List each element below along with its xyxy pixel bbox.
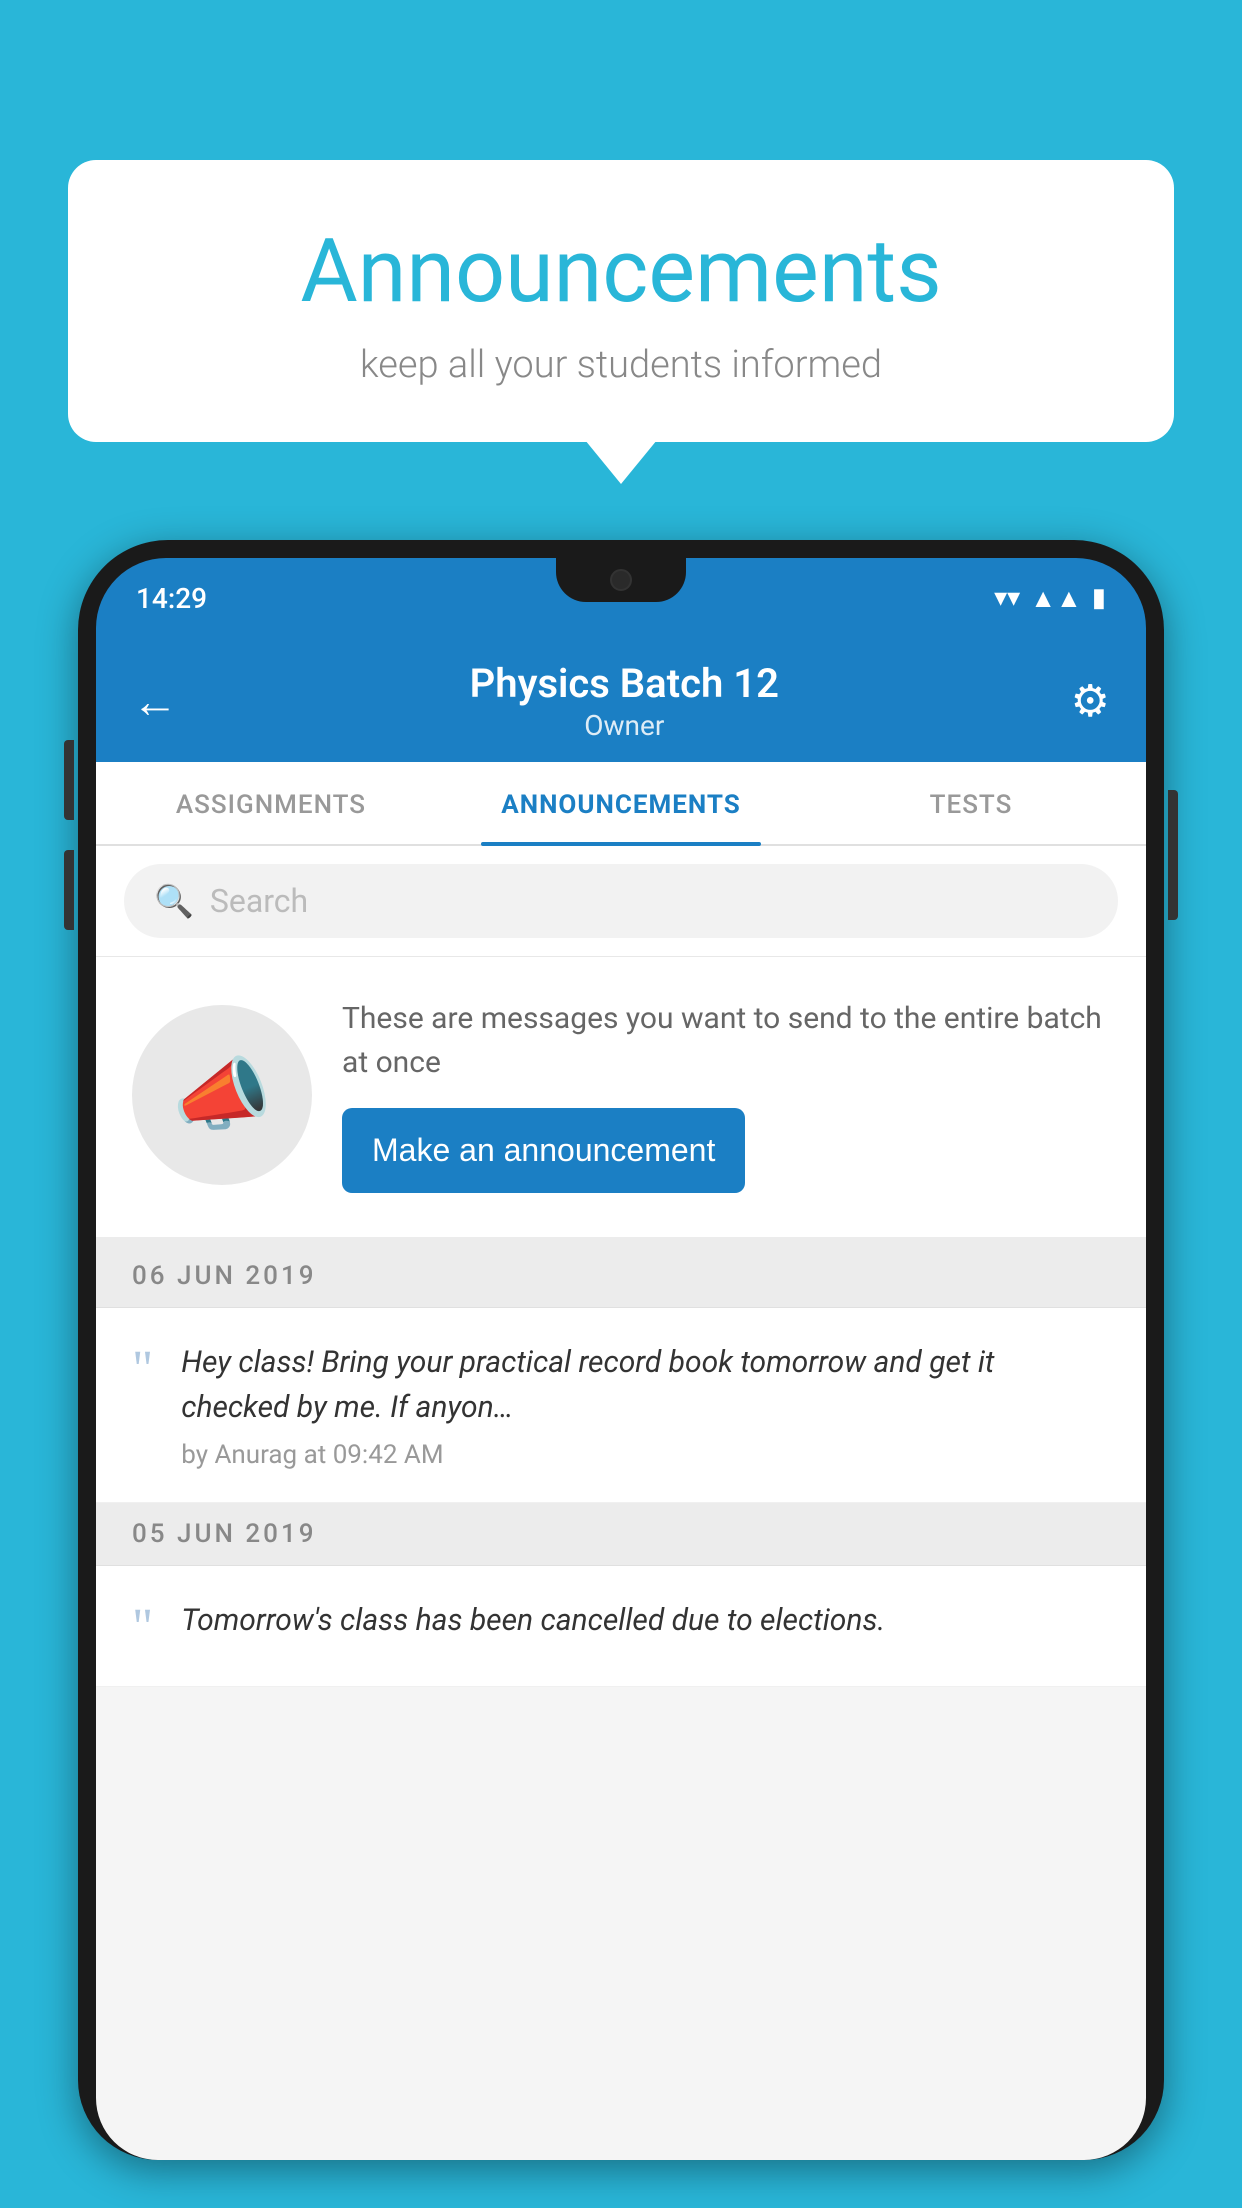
back-button[interactable]: ← bbox=[132, 674, 178, 729]
status-icons: ▾▾ ▲▲ ▮ bbox=[994, 583, 1106, 614]
wifi-icon: ▾▾ bbox=[994, 583, 1020, 613]
tab-announcements[interactable]: ANNOUNCEMENTS bbox=[446, 762, 796, 844]
bubble-subtitle: keep all your students informed bbox=[128, 343, 1114, 387]
tab-tests[interactable]: TESTS bbox=[796, 762, 1146, 844]
date-separator-1: 06 JUN 2019 bbox=[96, 1245, 1146, 1308]
app-header: ← Physics Batch 12 Owner ⚙ bbox=[96, 638, 1146, 762]
search-bar[interactable]: 🔍 Search bbox=[124, 864, 1118, 938]
announcement-text-2: Tomorrow's class has been cancelled due … bbox=[181, 1598, 1110, 1643]
status-time: 14:29 bbox=[136, 582, 207, 615]
announcement-item-1[interactable]: " Hey class! Bring your practical record… bbox=[96, 1308, 1146, 1503]
announcement-meta-1: by Anurag at 09:42 AM bbox=[181, 1440, 1110, 1470]
announcement-content-2: Tomorrow's class has been cancelled due … bbox=[181, 1598, 1110, 1653]
promo-description: These are messages you want to send to t… bbox=[342, 997, 1110, 1084]
quote-icon-1: " bbox=[132, 1344, 153, 1396]
bubble-title: Announcements bbox=[128, 220, 1114, 323]
phone-wrapper: 14:29 ▾▾ ▲▲ ▮ ← Physics Batch 12 Owner ⚙ bbox=[78, 540, 1164, 2208]
header-subtitle: Owner bbox=[178, 709, 1071, 742]
status-bar: 14:29 ▾▾ ▲▲ ▮ bbox=[96, 558, 1146, 638]
promo-right: These are messages you want to send to t… bbox=[342, 997, 1110, 1193]
power-button bbox=[1168, 790, 1178, 920]
promo-icon-circle: 📣 bbox=[132, 1005, 312, 1185]
announcement-content-1: Hey class! Bring your practical record b… bbox=[181, 1340, 1110, 1470]
promo-card: 📣 These are messages you want to send to… bbox=[96, 957, 1146, 1245]
search-placeholder: Search bbox=[210, 882, 308, 920]
phone-outer: 14:29 ▾▾ ▲▲ ▮ ← Physics Batch 12 Owner ⚙ bbox=[78, 540, 1164, 2160]
header-center: Physics Batch 12 Owner bbox=[178, 660, 1071, 742]
date-label-1: 06 JUN 2019 bbox=[132, 1261, 317, 1291]
quote-icon-2: " bbox=[132, 1602, 153, 1654]
announcement-text-1: Hey class! Bring your practical record b… bbox=[181, 1340, 1110, 1430]
search-icon: 🔍 bbox=[154, 882, 194, 920]
settings-icon[interactable]: ⚙ bbox=[1071, 675, 1110, 727]
announcement-item-2[interactable]: " Tomorrow's class has been cancelled du… bbox=[96, 1566, 1146, 1687]
phone-screen: ← Physics Batch 12 Owner ⚙ ASSIGNMENTS A… bbox=[96, 638, 1146, 2160]
search-container: 🔍 Search bbox=[96, 846, 1146, 957]
speech-bubble-section: Announcements keep all your students inf… bbox=[68, 160, 1174, 442]
tabs-bar: ASSIGNMENTS ANNOUNCEMENTS TESTS bbox=[96, 762, 1146, 846]
camera bbox=[610, 569, 632, 591]
phone-notch bbox=[556, 558, 686, 602]
tab-assignments[interactable]: ASSIGNMENTS bbox=[96, 762, 446, 844]
date-label-2: 05 JUN 2019 bbox=[132, 1519, 317, 1549]
battery-icon: ▮ bbox=[1092, 583, 1106, 613]
signal-icon: ▲▲ bbox=[1030, 583, 1081, 614]
volume-down-button bbox=[64, 850, 74, 930]
speech-bubble-card: Announcements keep all your students inf… bbox=[68, 160, 1174, 442]
header-title: Physics Batch 12 bbox=[178, 660, 1071, 707]
make-announcement-button[interactable]: Make an announcement bbox=[342, 1108, 745, 1193]
date-separator-2: 05 JUN 2019 bbox=[96, 1503, 1146, 1566]
megaphone-icon: 📣 bbox=[172, 1048, 272, 1142]
volume-up-button bbox=[64, 740, 74, 820]
